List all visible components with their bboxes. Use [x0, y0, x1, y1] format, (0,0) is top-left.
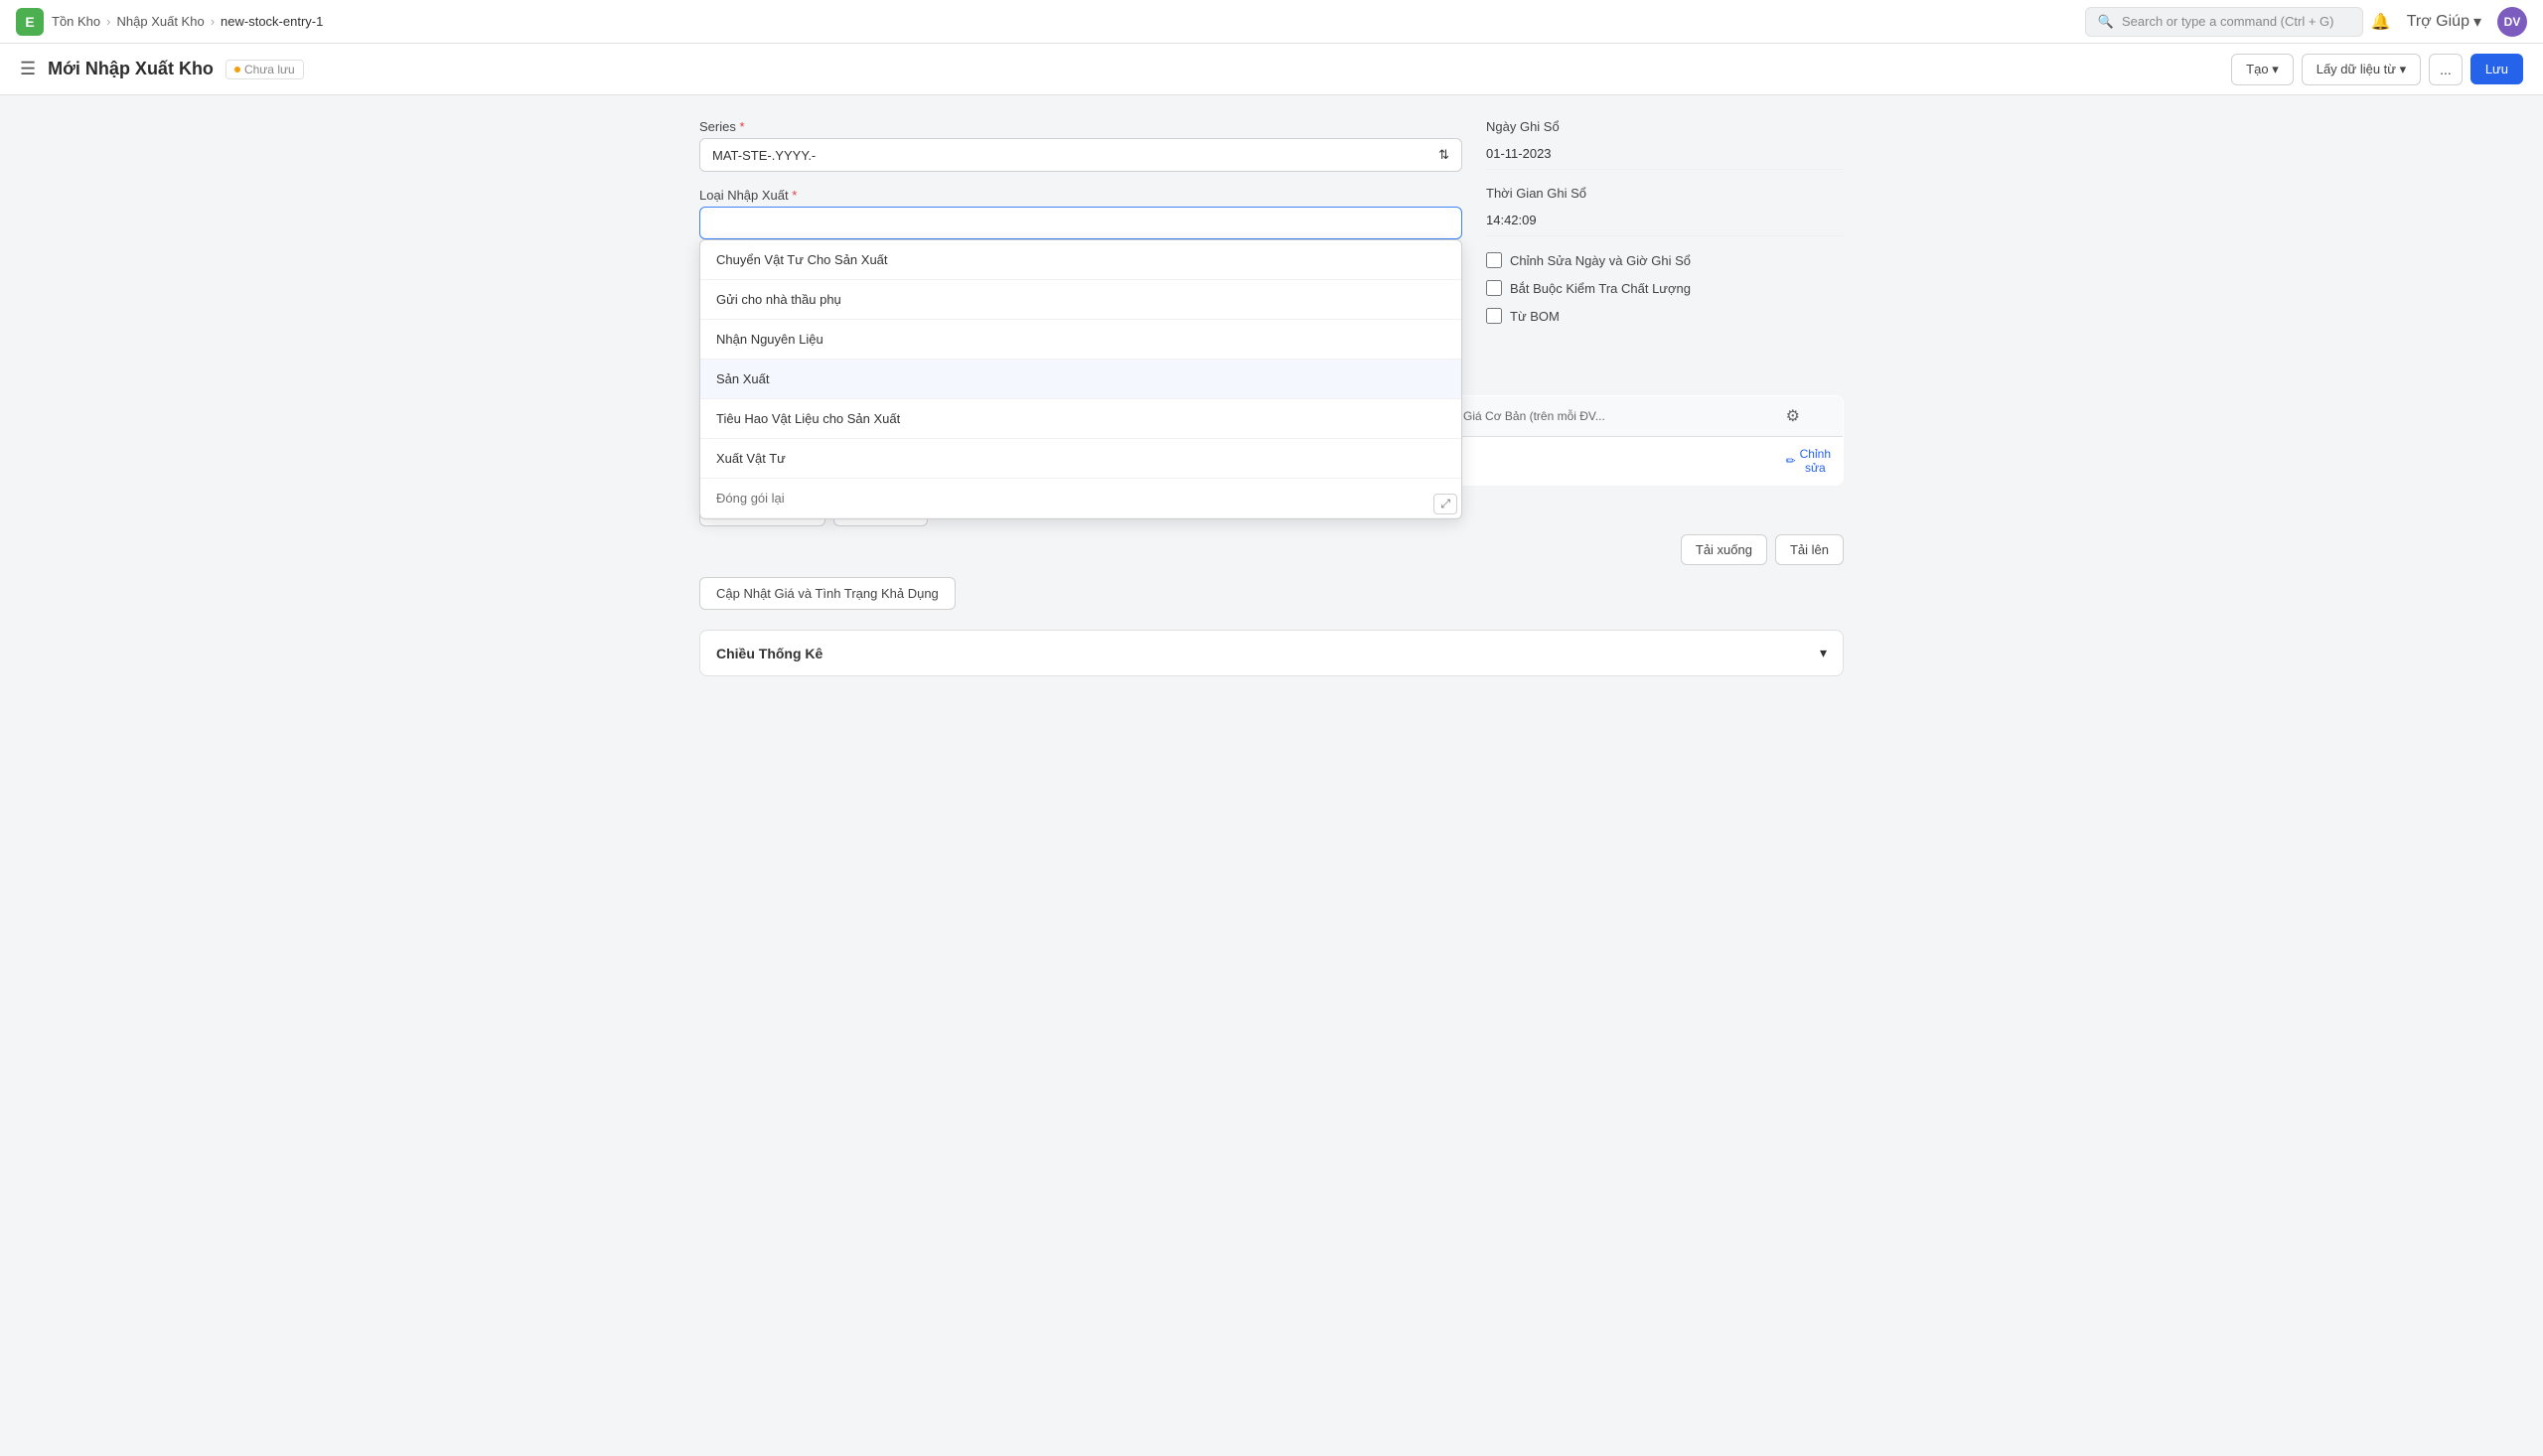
more-actions-button[interactable]: ... — [2429, 54, 2463, 85]
dropdown-item-5[interactable]: Xuất Vật Tư — [700, 439, 1461, 479]
thoi-gian-ghi-so-field: Thời Gian Ghi Sổ 14:42:09 — [1486, 186, 1844, 236]
ngay-ghi-so-label: Ngày Ghi Sổ — [1486, 119, 1844, 134]
loai-nhap-xuat-dropdown-container: Chuyển Vật Tư Cho Sản Xuất Gửi cho nhà t… — [699, 207, 1462, 239]
breadcrumb: Tồn Kho › Nhập Xuất Kho › new-stock-entr… — [52, 14, 323, 29]
series-select[interactable]: MAT-STE-.YYYY.- ⇅ — [699, 138, 1462, 172]
notification-bell[interactable]: 🔔 — [2371, 12, 2391, 32]
app-logo[interactable]: E — [16, 8, 44, 36]
topbar-icons: 🔔 Trợ Giúp ▾ DV — [2371, 7, 2527, 37]
tai-len-button[interactable]: Tải lên — [1775, 534, 1844, 565]
form-right: Ngày Ghi Sổ 01-11-2023 Thời Gian Ghi Sổ … — [1486, 119, 1844, 336]
form-layout: Series * MAT-STE-.YYYY.- ⇅ Loại Nhập Xuấ… — [699, 119, 1844, 336]
table-footer-actions: Tải xuống Tải lên — [699, 534, 1844, 565]
thoi-gian-ghi-so-label: Thời Gian Ghi Sổ — [1486, 186, 1844, 201]
search-icon: 🔍 — [2098, 14, 2114, 30]
loai-nhap-xuat-field-group: Loại Nhập Xuất * Chuyển Vật Tư Cho Sản X… — [699, 188, 1462, 239]
dropdown-item-6[interactable]: Đóng gói lại — [700, 479, 1461, 518]
checkbox-row-2: Từ BOM — [1486, 308, 1844, 324]
header-actions: Tạo ▾ Lấy dữ liệu từ ▾ ... Lưu — [2231, 54, 2523, 85]
luu-button[interactable]: Lưu — [2470, 54, 2523, 84]
tao-button[interactable]: Tạo ▾ — [2231, 54, 2294, 85]
breadcrumb-ton-kho[interactable]: Tồn Kho — [52, 14, 100, 29]
sort-icon: ⇅ — [1438, 147, 1449, 163]
chinh-sua-button[interactable]: ✏ Chỉnh sửa — [1786, 447, 1831, 475]
chieu-thong-ke-section[interactable]: Chiều Thống Kê ▾ — [699, 630, 1844, 676]
table-settings-button[interactable]: ⚙ — [1786, 406, 1800, 426]
topbar: E Tồn Kho › Nhập Xuất Kho › new-stock-en… — [0, 0, 2543, 44]
chevron-down-icon: ▾ — [2272, 62, 2279, 76]
cap-nhat-button-container: Cập Nhật Giá và Tình Trạng Khả Dụng — [699, 565, 1844, 610]
required-marker: * — [739, 119, 744, 134]
user-avatar[interactable]: DV — [2497, 7, 2527, 37]
loai-nhap-xuat-dropdown-list: Chuyển Vật Tư Cho Sản Xuất Gửi cho nhà t… — [699, 239, 1462, 519]
breadcrumb-current: new-stock-entry-1 — [221, 14, 323, 29]
dropdown-expand-button[interactable]: ⤢ — [1433, 494, 1457, 514]
breadcrumb-nhap-xuat-kho[interactable]: Nhập Xuất Kho — [117, 14, 205, 29]
kiem-tra-chat-luong-checkbox[interactable] — [1486, 280, 1502, 296]
series-label: Series * — [699, 119, 1462, 134]
unsaved-dot — [234, 67, 240, 73]
dropdown-item-3[interactable]: Sản Xuất — [700, 360, 1461, 399]
main-content: Series * MAT-STE-.YYYY.- ⇅ Loại Nhập Xuấ… — [675, 95, 1868, 700]
series-field-group: Series * MAT-STE-.YYYY.- ⇅ — [699, 119, 1462, 172]
lay-du-lieu-button[interactable]: Lấy dữ liệu từ ▾ — [2302, 54, 2421, 85]
loai-nhap-xuat-input[interactable] — [699, 207, 1462, 239]
dropdown-item-2[interactable]: Nhận Nguyên Liệu — [700, 320, 1461, 360]
ngay-ghi-so-field: Ngày Ghi Sổ 01-11-2023 — [1486, 119, 1844, 170]
page-title: Mới Nhập Xuất Kho — [48, 59, 214, 79]
form-left: Series * MAT-STE-.YYYY.- ⇅ Loại Nhập Xuấ… — [699, 119, 1462, 336]
thoi-gian-ghi-so-value[interactable]: 14:42:09 — [1486, 205, 1844, 236]
global-search[interactable]: 🔍 Search or type a command (Ctrl + G) — [2085, 7, 2363, 37]
chinh-sua-ngay-gio-label: Chỉnh Sửa Ngày và Giờ Ghi Sổ — [1510, 253, 1691, 268]
ngay-ghi-so-value[interactable]: 01-11-2023 — [1486, 138, 1844, 170]
td-edit: ✏ Chỉnh sửa — [1774, 437, 1844, 486]
td-don-gia[interactable] — [1424, 437, 1773, 486]
unsaved-badge: Chưa lưu — [225, 60, 304, 79]
dropdown-item-0[interactable]: Chuyển Vật Tư Cho Sản Xuất — [700, 240, 1461, 280]
kiem-tra-chat-luong-label: Bắt Buộc Kiểm Tra Chất Lượng — [1510, 281, 1691, 296]
cap-nhat-button[interactable]: Cập Nhật Giá và Tình Trạng Khả Dụng — [699, 577, 956, 610]
chieu-thong-ke-chevron: ▾ — [1820, 645, 1827, 661]
dropdown-item-1[interactable]: Gửi cho nhà thầu phụ — [700, 280, 1461, 320]
loai-nhap-xuat-label: Loại Nhập Xuất * — [699, 188, 1462, 203]
chieu-thong-ke-title: Chiều Thống Kê — [716, 646, 823, 661]
chevron-down-icon: ▾ — [2400, 62, 2407, 76]
menu-toggle-button[interactable]: ☰ — [20, 59, 36, 79]
dropdown-item-4[interactable]: Tiêu Hao Vật Liệu cho Sản Xuất — [700, 399, 1461, 439]
th-actions: ⚙ — [1774, 396, 1844, 437]
th-don-gia: Đơn Giá Cơ Bản (trên mỗi ĐV... — [1424, 396, 1773, 437]
help-button[interactable]: Trợ Giúp ▾ — [2407, 12, 2481, 32]
tai-xuong-button[interactable]: Tải xuống — [1681, 534, 1767, 565]
tu-bom-label: Từ BOM — [1510, 309, 1560, 324]
required-marker-2: * — [792, 188, 797, 203]
checkbox-row-0: Chỉnh Sửa Ngày và Giờ Ghi Sổ — [1486, 252, 1844, 268]
tu-bom-checkbox[interactable] — [1486, 308, 1502, 324]
page-header: ☰ Mới Nhập Xuất Kho Chưa lưu Tạo ▾ Lấy d… — [0, 44, 2543, 95]
checkbox-row-1: Bắt Buộc Kiểm Tra Chất Lượng — [1486, 280, 1844, 296]
chevron-down-icon: ▾ — [2473, 12, 2481, 32]
chinh-sua-ngay-gio-checkbox[interactable] — [1486, 252, 1502, 268]
